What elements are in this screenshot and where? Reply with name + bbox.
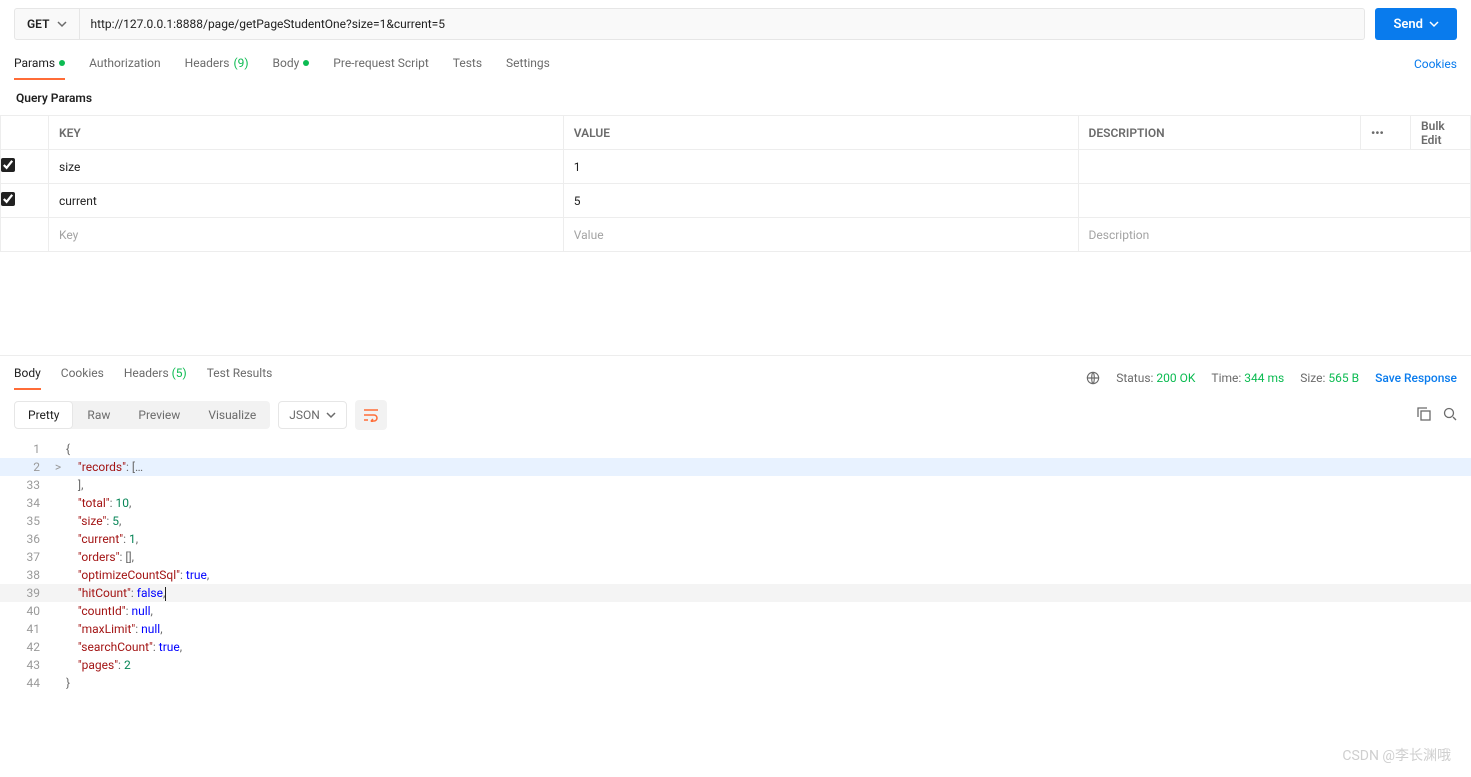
value-input[interactable] <box>564 218 1078 251</box>
code-line: 38 "optimizeCountSql": true, <box>0 566 1471 584</box>
resp-tab-headers[interactable]: Headers (5) <box>124 366 187 390</box>
code-line: 39 "hitCount": false, <box>0 584 1471 602</box>
code-line: 1{ <box>0 440 1471 458</box>
key-input[interactable] <box>49 184 563 217</box>
request-tabs: Params Authorization Headers (9) Body Pr… <box>0 48 1471 81</box>
url-input[interactable] <box>80 8 1365 40</box>
col-description: DESCRIPTION <box>1078 116 1360 150</box>
response-view-bar: Pretty Raw Preview Visualize JSON <box>0 390 1471 440</box>
tab-authorization[interactable]: Authorization <box>89 48 161 80</box>
wrap-icon <box>363 408 379 422</box>
col-check <box>1 116 49 150</box>
description-input[interactable] <box>1079 184 1470 217</box>
tab-tests[interactable]: Tests <box>453 48 482 80</box>
send-button[interactable]: Send <box>1375 8 1457 40</box>
query-params-table: KEY VALUE DESCRIPTION ••• Bulk Edit <box>0 115 1471 252</box>
code-line: 43 "pages": 2 <box>0 656 1471 674</box>
value-input[interactable] <box>564 150 1078 183</box>
response-code[interactable]: 1{2> "records": […33 ],34 "total": 10,35… <box>0 440 1471 777</box>
value-input[interactable] <box>564 184 1078 217</box>
send-button-label: Send <box>1393 17 1423 32</box>
table-row <box>1 184 1471 218</box>
code-line: 37 "orders": [], <box>0 548 1471 566</box>
code-line: 44} <box>0 674 1471 692</box>
save-response-button[interactable]: Save Response <box>1375 371 1457 385</box>
response-meta: Status: 200 OK Time: 344 ms Size: 565 B … <box>1086 371 1457 385</box>
key-input[interactable] <box>49 150 563 183</box>
col-key: KEY <box>49 116 564 150</box>
active-dot-icon <box>303 60 309 66</box>
code-line: 42 "searchCount": true, <box>0 638 1471 656</box>
wrap-lines-button[interactable] <box>355 400 387 430</box>
code-line: 35 "size": 5, <box>0 512 1471 530</box>
query-params-title: Query Params <box>0 81 1471 115</box>
resp-tab-body[interactable]: Body <box>14 366 41 390</box>
bulk-edit-button[interactable]: Bulk Edit <box>1411 116 1471 150</box>
col-value: VALUE <box>563 116 1078 150</box>
code-line: 36 "current": 1, <box>0 530 1471 548</box>
format-select[interactable]: JSON <box>278 401 347 429</box>
response-panel: Body Cookies Headers (5) Test Results St… <box>0 355 1471 777</box>
format-label: JSON <box>289 408 320 422</box>
tab-headers[interactable]: Headers (9) <box>185 48 249 80</box>
request-bar: GET Send <box>0 0 1471 48</box>
view-right-icons <box>1417 407 1457 424</box>
tab-body[interactable]: Body <box>273 48 310 80</box>
code-line: 40 "countId": null, <box>0 602 1471 620</box>
code-line: 41 "maxLimit": null, <box>0 620 1471 638</box>
description-input[interactable] <box>1079 218 1470 251</box>
response-tabs: Body Cookies Headers (5) Test Results St… <box>0 356 1471 390</box>
copy-icon[interactable] <box>1417 407 1431 424</box>
view-preview[interactable]: Preview <box>124 401 194 429</box>
table-row <box>1 150 1471 184</box>
cookies-link[interactable]: Cookies <box>1414 57 1457 71</box>
view-segmented: Pretty Raw Preview Visualize <box>14 401 270 429</box>
tab-prerequest[interactable]: Pre-request Script <box>333 48 428 80</box>
search-icon[interactable] <box>1443 407 1457 424</box>
view-visualize[interactable]: Visualize <box>194 401 270 429</box>
view-raw[interactable]: Raw <box>73 401 124 429</box>
http-method-select[interactable]: GET <box>14 8 80 40</box>
globe-icon <box>1086 371 1100 385</box>
resp-tab-testresults[interactable]: Test Results <box>207 366 273 390</box>
watermark: CSDN @李长渊哦 <box>1342 745 1451 765</box>
key-input[interactable] <box>49 218 563 251</box>
description-input[interactable] <box>1079 150 1470 183</box>
tab-params[interactable]: Params <box>14 48 65 80</box>
row-checkbox[interactable] <box>1 192 15 206</box>
col-options[interactable]: ••• <box>1361 116 1411 150</box>
chevron-down-icon <box>57 19 67 29</box>
tab-settings[interactable]: Settings <box>506 48 550 80</box>
code-line: 34 "total": 10, <box>0 494 1471 512</box>
chevron-down-icon <box>326 410 336 420</box>
code-line: 33 ], <box>0 476 1471 494</box>
chevron-down-icon <box>1429 19 1439 29</box>
row-checkbox[interactable] <box>1 158 15 172</box>
http-method-label: GET <box>27 17 49 31</box>
table-row-empty <box>1 218 1471 252</box>
active-dot-icon <box>59 60 65 66</box>
resp-tab-cookies[interactable]: Cookies <box>61 366 104 390</box>
code-line: 2> "records": [… <box>0 458 1471 476</box>
view-pretty[interactable]: Pretty <box>14 401 73 429</box>
